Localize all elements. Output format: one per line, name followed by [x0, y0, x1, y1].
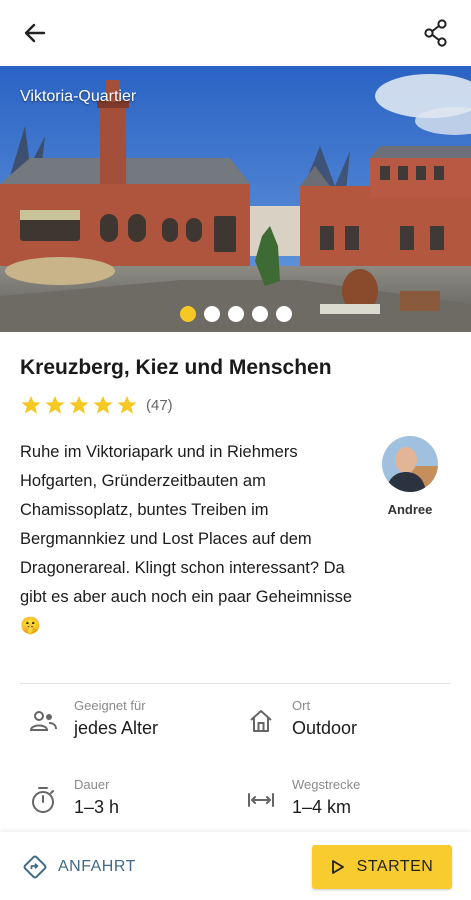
tour-description: Ruhe im Viktoriapark und in Riehmers Hof… [20, 443, 353, 635]
place-label: Ort [292, 698, 311, 713]
distance-value: 1–4 km [292, 797, 352, 817]
bottom-action-bar: ANFAHRT STARTEN [0, 832, 471, 900]
rating-count: (47) [146, 396, 173, 414]
divider [20, 683, 451, 684]
distance-label: Wegstrecke [292, 777, 361, 792]
share-button[interactable] [419, 16, 453, 50]
directions-button[interactable]: ANFAHRT [22, 854, 136, 880]
carousel-indicator [0, 306, 471, 322]
star-icon [45, 395, 65, 414]
play-icon [331, 860, 344, 874]
suitable-label: Geeignet für [74, 698, 146, 713]
home-icon [250, 710, 272, 732]
avatar [382, 436, 438, 492]
star-icon [93, 395, 113, 414]
carousel-dot[interactable] [251, 306, 268, 322]
star-icon [21, 395, 41, 414]
place-value: Outdoor [292, 718, 358, 738]
distance-icon [248, 793, 274, 807]
app-bar [0, 0, 471, 66]
hero-caption: Viktoria-Quartier [20, 88, 137, 105]
stopwatch-icon [32, 787, 54, 813]
duration-value: 1–3 h [74, 797, 120, 817]
directions-icon [23, 855, 47, 879]
star-icon [117, 395, 137, 414]
hero-image-carousel[interactable]: Viktoria-Quartier [0, 66, 471, 332]
share-icon [424, 19, 447, 47]
start-label: STARTEN [356, 858, 434, 875]
suitable-value: jedes Alter [74, 718, 159, 738]
author-name: Andree [387, 502, 433, 517]
start-button[interactable]: STARTEN [312, 845, 452, 889]
arrow-left-icon [24, 23, 46, 43]
carousel-dot[interactable] [275, 306, 292, 322]
carousel-dot[interactable] [203, 306, 220, 322]
duration-label: Dauer [74, 777, 110, 792]
people-icon [29, 711, 57, 731]
star-icon [69, 395, 89, 414]
directions-label: ANFAHRT [58, 858, 136, 875]
carousel-dot[interactable] [227, 306, 244, 322]
author-profile[interactable]: Andree [380, 436, 440, 517]
rating[interactable]: (47) [20, 394, 173, 416]
carousel-dot[interactable] [179, 306, 196, 322]
back-button[interactable] [18, 16, 52, 50]
tour-title: Kreuzberg, Kiez und Menschen [20, 356, 332, 379]
